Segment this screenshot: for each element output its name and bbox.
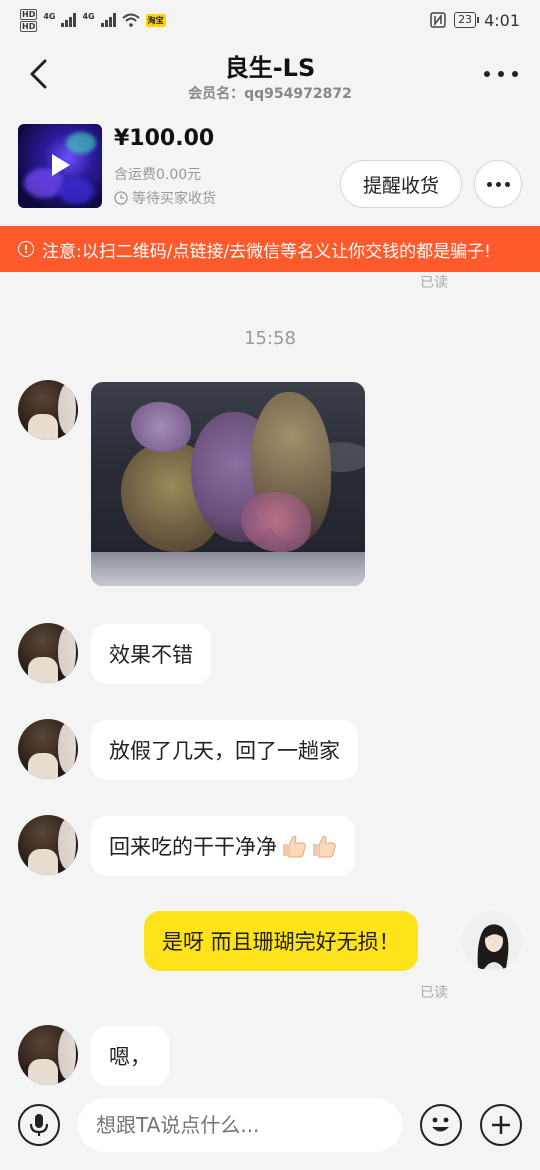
network-type: 4G (43, 11, 56, 21)
hd-label: HD (20, 8, 38, 20)
plus-icon (492, 1116, 510, 1134)
clock: 4:01 (484, 10, 520, 30)
hd-label: HD (20, 20, 38, 32)
play-icon (52, 154, 70, 176)
read-receipt: 已读 (420, 275, 448, 291)
taobao-badge-icon: 淘宝 (145, 13, 166, 27)
smiley-icon (432, 1117, 449, 1132)
alert-icon: ! (18, 241, 34, 257)
message-bubble[interactable]: 嗯， (91, 1026, 169, 1086)
product-price: ¥100.00 (114, 126, 215, 151)
message-text: 回来吃的干干净净 (109, 835, 277, 859)
order-status: 等待买家收货 (114, 188, 216, 208)
hd-indicator: HD HD (20, 8, 38, 32)
voice-button[interactable] (18, 1104, 60, 1146)
message-bubble[interactable]: 效果不错 (91, 624, 211, 684)
message-bubble[interactable]: 放假了几天，回了一趟家 (91, 720, 358, 780)
product-more-button[interactable] (474, 160, 522, 208)
avatar[interactable] (18, 719, 78, 779)
user-portrait-icon (462, 911, 522, 971)
message-text: 嗯， (109, 1045, 151, 1069)
member-name: 会员名：qq954972872 (188, 86, 352, 102)
status-bar: HD HD 4G 4G 淘宝 23 4:01 (0, 0, 540, 40)
emoji-button[interactable] (420, 1104, 462, 1146)
avatar[interactable] (18, 1025, 78, 1085)
thumbs-up-icon (313, 835, 336, 858)
warning-text: 注意:以扫二维码/点链接/去微信等名义让你交钱的都是骗子! (42, 241, 491, 262)
shipping-fee: 含运费0.00元 (114, 167, 202, 183)
input-bar (0, 1090, 540, 1170)
avatar[interactable] (18, 380, 78, 440)
message-text: 放假了几天，回了一趟家 (109, 739, 340, 763)
remind-receipt-button[interactable]: 提醒收货 (340, 160, 462, 208)
avatar[interactable] (18, 815, 78, 875)
page-title: 良生-LS (224, 54, 316, 82)
product-video-thumbnail[interactable] (18, 124, 102, 208)
add-attachment-button[interactable] (480, 1104, 522, 1146)
read-receipt: 已读 (420, 985, 448, 1001)
more-options-button[interactable] (484, 62, 518, 86)
battery-icon: 23 (454, 12, 480, 28)
status-left: HD HD 4G 4G 淘宝 (20, 8, 166, 32)
clock-icon (114, 191, 128, 205)
microphone-icon (29, 1114, 49, 1136)
message-text: 效果不错 (109, 643, 193, 667)
message-text: 是呀 而且珊瑚完好无损！ (162, 930, 400, 954)
network-type: 4G (82, 11, 95, 21)
my-avatar[interactable] (462, 911, 522, 971)
message-image[interactable] (91, 382, 365, 586)
thumbs-up-icon (283, 835, 306, 858)
wifi-icon (121, 13, 140, 27)
message-input[interactable] (78, 1098, 402, 1152)
fraud-warning-banner: ! 注意:以扫二维码/点链接/去微信等名义让你交钱的都是骗子! (0, 226, 540, 272)
product-card: ¥100.00 含运费0.00元 等待买家收货 提醒收货 (0, 112, 540, 226)
message-bubble[interactable]: 回来吃的干干净净 (91, 816, 355, 876)
my-message-bubble[interactable]: 是呀 而且珊瑚完好无损！ (144, 911, 418, 971)
nfc-icon (430, 12, 446, 28)
signal-icon (61, 13, 77, 27)
time-divider: 15:58 (244, 328, 296, 349)
signal-icon (100, 13, 116, 27)
thumbs-up-emoji-group (281, 833, 337, 859)
chat-header: 良生-LS 会员名：qq954972872 (0, 40, 540, 112)
order-status-text: 等待买家收货 (132, 191, 216, 207)
status-right: 23 4:01 (430, 11, 520, 30)
avatar[interactable] (18, 623, 78, 683)
